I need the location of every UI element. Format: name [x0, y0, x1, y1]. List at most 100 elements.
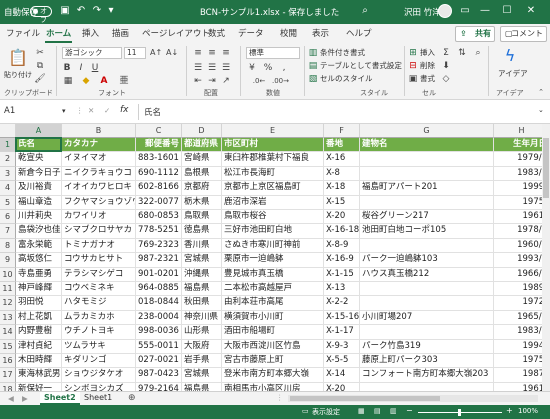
- copy-icon[interactable]: ⧉: [34, 60, 46, 72]
- table-cell[interactable]: 京都府: [182, 181, 222, 196]
- redo-icon[interactable]: ↷: [90, 4, 104, 18]
- table-cell[interactable]: 木田時輝: [16, 354, 62, 369]
- table-cell[interactable]: 二本松市高越屋戸: [222, 282, 324, 297]
- format-cells-button[interactable]: 書式: [420, 73, 435, 84]
- table-cell[interactable]: X-1-17: [324, 325, 360, 340]
- sort-filter-icon[interactable]: ⇅: [456, 47, 468, 59]
- table-cell[interactable]: 桜谷グリーン217: [360, 210, 494, 225]
- user-name[interactable]: 沢田 竹洋: [404, 6, 441, 18]
- page-layout-view-icon[interactable]: ▤: [374, 407, 381, 415]
- table-cell[interactable]: 池田町白地コーポ105: [360, 224, 494, 239]
- decrease-indent-icon[interactable]: ⇤: [192, 75, 204, 87]
- table-cell[interactable]: 新倉今日子: [16, 166, 62, 182]
- table-cell[interactable]: X-1-15: [324, 267, 360, 282]
- table-cell[interactable]: [360, 325, 494, 340]
- table-cell[interactable]: 福島町アパート201: [360, 181, 494, 196]
- table-cell[interactable]: 豊見城市真玉橋: [222, 267, 324, 282]
- table-header-cell[interactable]: 郵便番号: [136, 138, 182, 153]
- table-cell[interactable]: 979-2164: [136, 382, 182, 391]
- sheet-tab-sheet1[interactable]: Sheet1: [80, 392, 116, 405]
- table-cell[interactable]: [360, 152, 494, 167]
- row-header[interactable]: 2: [0, 152, 16, 167]
- table-cell[interactable]: X-14: [324, 368, 360, 383]
- underline-icon[interactable]: U: [90, 62, 100, 74]
- table-cell[interactable]: X-15-16: [324, 310, 360, 326]
- comment-button[interactable]: ▢ コメント: [500, 26, 547, 42]
- table-cell[interactable]: 東臼杵郡椎葉村下福良: [222, 152, 324, 167]
- table-cell[interactable]: 栃木県: [182, 195, 222, 210]
- table-cell[interactable]: 987-2321: [136, 253, 182, 268]
- conditional-format-button[interactable]: 条件付き書式: [320, 47, 365, 58]
- save-icon[interactable]: ▣: [58, 4, 72, 18]
- align-middle-icon[interactable]: ≡: [206, 47, 218, 59]
- tab-help[interactable]: ヘルプ: [346, 27, 372, 39]
- customize-toolbar-icon[interactable]: ▾: [104, 4, 118, 18]
- table-cell[interactable]: X-15: [324, 195, 360, 210]
- zoom-slider-thumb[interactable]: [458, 409, 461, 416]
- worksheet-grid[interactable]: A B C D E F G H 1 氏名 カタカナ 郵便番号 都道府県 市区町村 番地 建物名 生年月日 2 乾宣央…: [0, 124, 550, 391]
- table-cell[interactable]: 238-0004: [136, 310, 182, 326]
- table-cell[interactable]: X-16-9: [324, 253, 360, 268]
- undo-icon[interactable]: ↶: [74, 4, 88, 18]
- sheet-tabs-more-icon[interactable]: ⋮: [276, 393, 284, 402]
- table-cell[interactable]: 宮古市藤原上町: [222, 354, 324, 369]
- comma-icon[interactable]: ,: [278, 62, 290, 74]
- table-cell[interactable]: [360, 282, 494, 297]
- next-sheet-icon[interactable]: ▶: [22, 394, 28, 403]
- maximize-icon[interactable]: ☐: [500, 4, 514, 18]
- column-header-d[interactable]: D: [182, 124, 222, 138]
- row-header[interactable]: 17: [0, 368, 16, 383]
- horizontal-scroll-thumb[interactable]: [290, 396, 440, 401]
- tab-data[interactable]: データ: [238, 27, 264, 39]
- table-cell[interactable]: 778-5251: [136, 224, 182, 239]
- table-cell[interactable]: カワイリオ: [62, 210, 136, 225]
- row-header[interactable]: 18: [0, 382, 16, 391]
- select-all-corner[interactable]: [0, 124, 16, 138]
- align-left-icon[interactable]: ☰: [192, 62, 204, 74]
- minimize-icon[interactable]: —: [478, 4, 492, 18]
- row-header[interactable]: 12: [0, 296, 16, 311]
- format-as-table-button[interactable]: テーブルとして書式設定: [320, 60, 402, 71]
- borders-icon[interactable]: ▦: [62, 75, 74, 87]
- insert-function-icon[interactable]: fx: [120, 105, 129, 115]
- column-header-c[interactable]: C: [136, 124, 182, 138]
- collapse-ribbon-icon[interactable]: ⌃: [536, 86, 546, 98]
- table-cell[interactable]: 883-1601: [136, 152, 182, 167]
- format-painter-icon[interactable]: 🖌: [34, 73, 46, 85]
- vertical-scrollbar[interactable]: [542, 124, 550, 391]
- align-right-icon[interactable]: ☰: [220, 62, 232, 74]
- table-cell[interactable]: 690-1112: [136, 166, 182, 182]
- table-cell[interactable]: さぬき市寒川町神前: [222, 238, 324, 254]
- table-header-cell[interactable]: 都道府県: [182, 138, 222, 153]
- zoom-level[interactable]: 100%: [518, 407, 538, 415]
- name-box[interactable]: A1: [2, 105, 66, 119]
- formula-input[interactable]: 氏名: [144, 106, 161, 118]
- table-cell[interactable]: 松江市長海町: [222, 166, 324, 182]
- bold-icon[interactable]: B: [62, 62, 72, 74]
- column-header-b[interactable]: B: [62, 124, 136, 138]
- fill-color-icon[interactable]: ◆: [80, 75, 92, 87]
- name-box-dropdown-icon[interactable]: ▾: [62, 107, 66, 115]
- percent-icon[interactable]: %: [262, 62, 274, 74]
- table-cell[interactable]: X-16-18: [324, 224, 360, 239]
- row-header[interactable]: 16: [0, 354, 16, 369]
- row-header[interactable]: 7: [0, 224, 16, 239]
- table-cell[interactable]: ハタモミジ: [62, 296, 136, 311]
- insert-cells-button[interactable]: 挿入: [420, 47, 435, 58]
- close-icon[interactable]: ✕: [524, 4, 538, 18]
- tab-home[interactable]: ホーム: [44, 27, 73, 43]
- table-cell[interactable]: イオイカワヒロキ: [62, 181, 136, 196]
- avatar[interactable]: [438, 4, 452, 18]
- table-header-cell[interactable]: カタカナ: [62, 138, 136, 153]
- decrease-font-icon[interactable]: A↓: [166, 47, 178, 59]
- table-cell[interactable]: X-2-2: [324, 296, 360, 311]
- cell-styles-button[interactable]: セルのスタイル: [320, 73, 373, 84]
- table-cell[interactable]: パーク竹島319: [360, 339, 494, 354]
- table-cell[interactable]: 998-0036: [136, 325, 182, 340]
- page-break-view-icon[interactable]: ▥: [390, 407, 397, 415]
- table-cell[interactable]: 大阪府: [182, 339, 222, 354]
- confirm-entry-icon[interactable]: ✓: [104, 106, 110, 115]
- table-cell[interactable]: シマブクロサヤカ: [62, 224, 136, 239]
- table-cell[interactable]: 福山章造: [16, 195, 62, 210]
- table-cell[interactable]: ニイクラキョウコ: [62, 166, 136, 182]
